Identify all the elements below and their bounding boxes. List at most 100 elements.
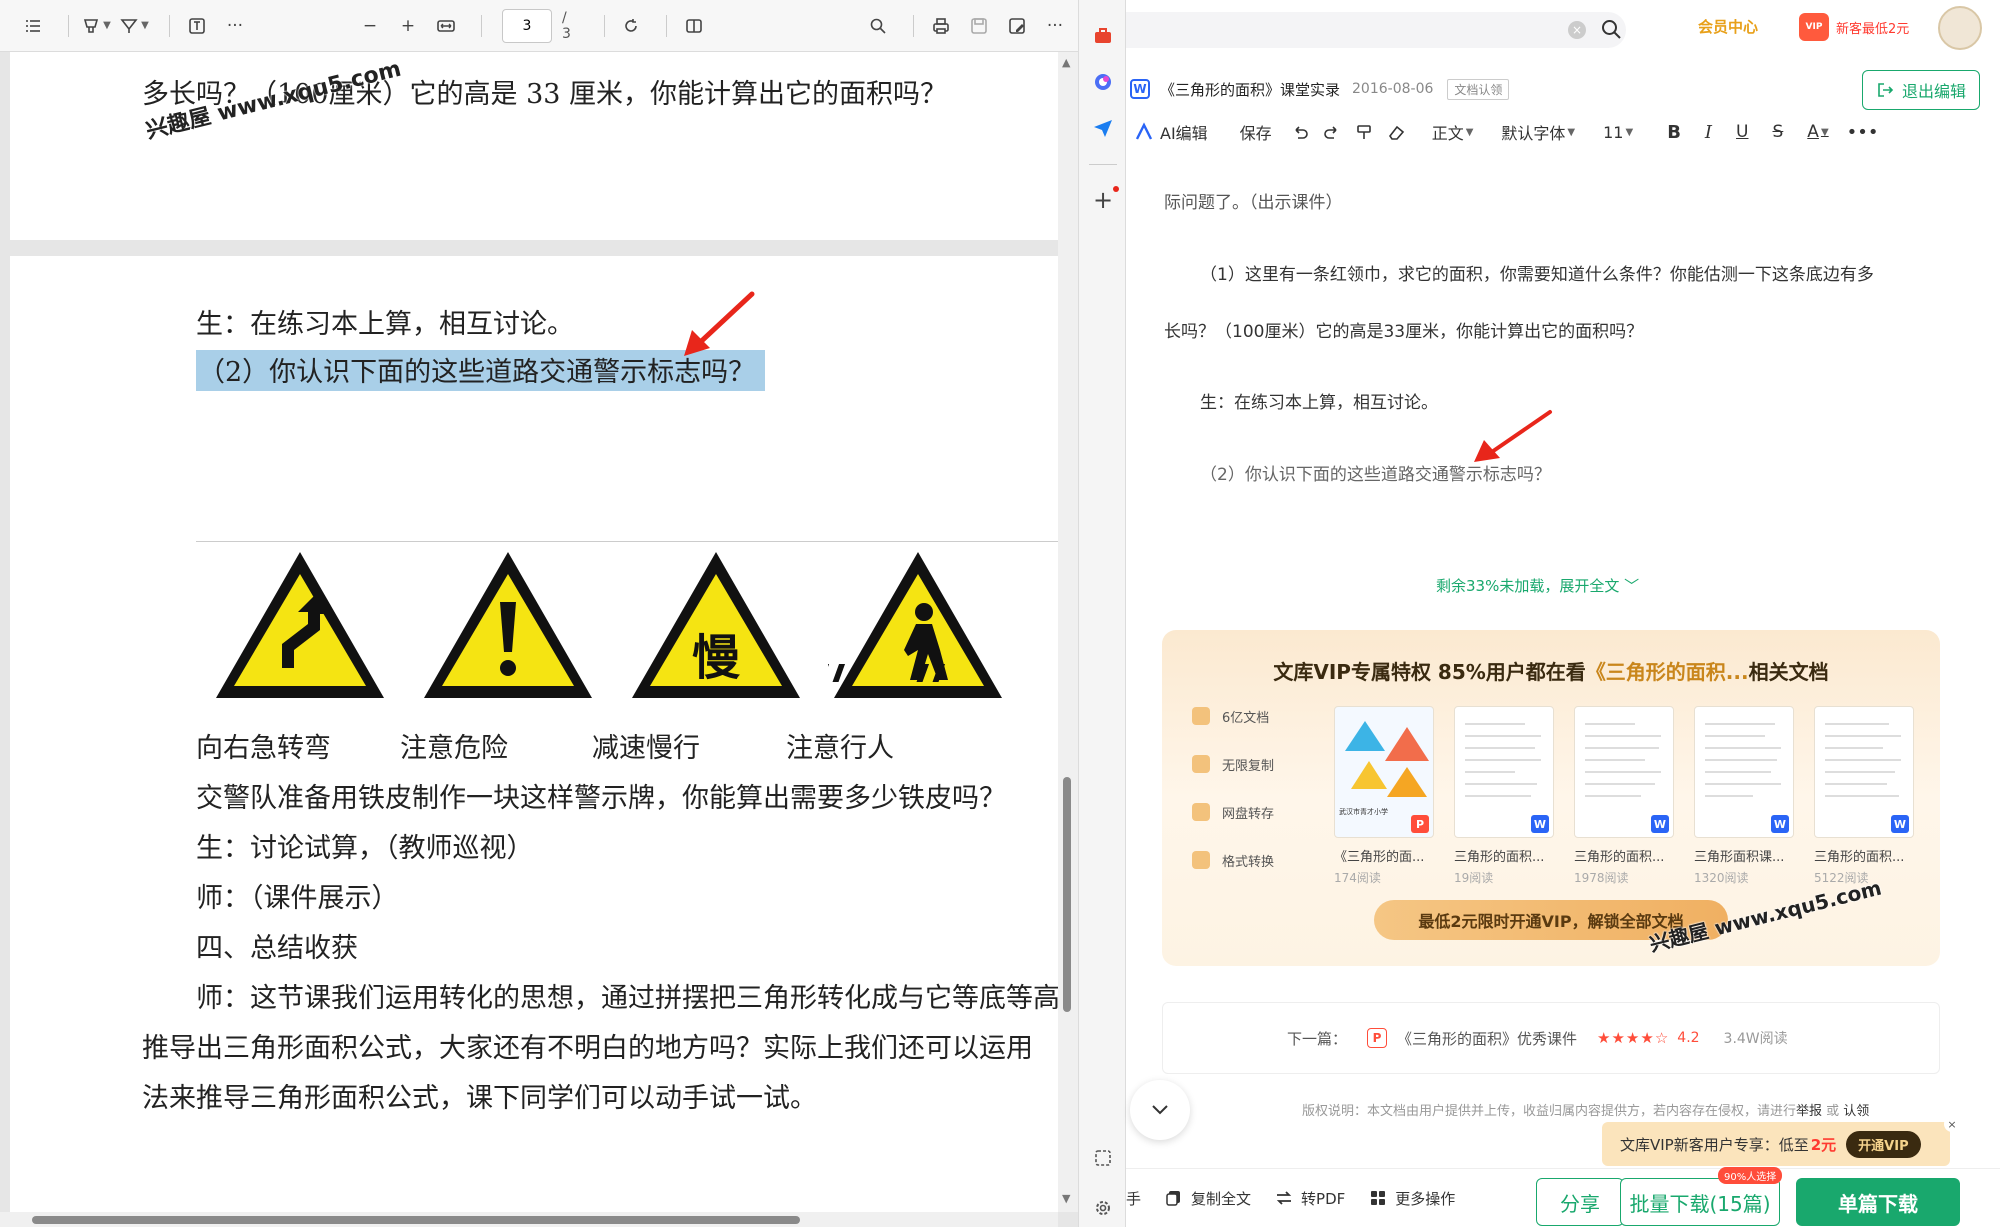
- scroll-down-icon[interactable]: ▼: [1062, 1192, 1070, 1205]
- related-doc-card[interactable]: W 三角形的面积... 19阅读: [1454, 706, 1554, 886]
- send-icon[interactable]: [1091, 116, 1115, 140]
- copilot-icon[interactable]: [1091, 70, 1115, 94]
- copy-all-button[interactable]: 复制全文: [1165, 1188, 1251, 1209]
- more-actions-button[interactable]: 更多操作: [1369, 1188, 1455, 1209]
- copy-all-label: 复制全文: [1191, 1189, 1252, 1208]
- scrollbar-thumb[interactable]: [1063, 777, 1071, 1012]
- doc-thumbnail: W: [1814, 706, 1914, 838]
- more-format-icon[interactable]: •••: [1847, 116, 1879, 148]
- word-file-icon: W: [1531, 815, 1549, 833]
- toolbox-icon[interactable]: [1091, 24, 1115, 48]
- sign-label: 减速慢行: [592, 733, 700, 764]
- next-doc-reads: 3.4W阅读: [1723, 1031, 1788, 1047]
- page-view-icon[interactable]: [679, 9, 709, 43]
- assistant-label: 手: [1126, 1189, 1142, 1208]
- new-user-offer-link[interactable]: 新客最低2元: [1836, 18, 1909, 37]
- promo-price: 2元: [1810, 1135, 1837, 1154]
- pdf-text-line: 法来推导三角形面积公式，课下同学们可以动手试一试。: [142, 1083, 817, 1114]
- save-as-icon[interactable]: [1002, 9, 1032, 43]
- next-doc-card[interactable]: 下一篇： P 《三角形的面积》优秀课件 ★★★★☆ 4.2 3.4W阅读: [1162, 1002, 1940, 1074]
- more-options-icon[interactable]: ···: [1040, 9, 1070, 43]
- zoom-out-icon[interactable]: −: [355, 9, 385, 43]
- rotate-icon[interactable]: [616, 9, 646, 43]
- doc-title: 《三角形的面积》课堂实录: [1160, 80, 1341, 99]
- exit-edit-button[interactable]: 退出编辑: [1862, 70, 1980, 110]
- italic-icon[interactable]: I: [1705, 116, 1712, 148]
- single-download-button[interactable]: 单篇下载: [1796, 1178, 1960, 1226]
- undo-icon[interactable]: [1290, 116, 1310, 148]
- web-document-panel: × 会员中心 VIP 新客最低2元 W 《三角形的面积》课堂实录 2016-08…: [1126, 0, 2000, 1227]
- avatar[interactable]: [1938, 6, 1982, 50]
- underline-icon[interactable]: U: [1736, 116, 1748, 148]
- member-center-link[interactable]: 会员中心: [1698, 16, 1758, 37]
- horizontal-scrollbar[interactable]: [0, 1212, 1058, 1227]
- next-doc-title: 《三角形的面积》优秀课件: [1397, 1029, 1578, 1048]
- save-button[interactable]: 保存: [1240, 116, 1272, 148]
- settings-icon[interactable]: [1091, 1196, 1115, 1220]
- fit-width-icon[interactable]: [431, 9, 461, 43]
- strikethrough-icon[interactable]: S: [1773, 116, 1784, 148]
- clear-icon[interactable]: ×: [1568, 21, 1586, 39]
- zoom-in-icon[interactable]: +: [393, 9, 423, 43]
- assistant-button[interactable]: 手: [1126, 1188, 1141, 1209]
- vertical-scrollbar[interactable]: ▲ ▼: [1058, 52, 1078, 1212]
- chevron-down-icon: [1152, 1105, 1168, 1115]
- search-input[interactable]: [1126, 12, 1626, 48]
- toolbar-divider: [68, 14, 69, 37]
- related-doc-card[interactable]: W 三角形面积课... 1320阅读: [1694, 706, 1794, 886]
- search-icon[interactable]: [863, 9, 893, 43]
- expand-full-text-link[interactable]: 剩余33%未加载，展开全文 ﹀: [1436, 575, 1639, 596]
- scroll-up-icon[interactable]: ▲: [1062, 56, 1070, 69]
- highlighter-icon[interactable]: ▼: [81, 9, 111, 43]
- textbox-icon[interactable]: [182, 9, 212, 43]
- pdf-viewer: ▼ ▼ ··· − + / 3 ··· 多长吗？（100厘米: [0, 0, 1078, 1227]
- to-pdf-label: 转PDF: [1301, 1189, 1346, 1208]
- paragraph-style-select[interactable]: 正文 ▼: [1432, 116, 1474, 148]
- format-painter-icon[interactable]: [1354, 116, 1374, 148]
- search-icon[interactable]: [1600, 18, 1622, 40]
- related-doc-card[interactable]: W 三角形的面积... 5122阅读: [1814, 706, 1914, 886]
- related-doc-title: 三角形的面积...: [1454, 850, 1545, 865]
- eraser-icon[interactable]: [1386, 116, 1406, 148]
- screenshot-icon[interactable]: [1091, 1146, 1115, 1170]
- outline-icon[interactable]: [18, 9, 48, 43]
- to-pdf-button[interactable]: 转PDF: [1275, 1188, 1345, 1209]
- sign-label: 注意危险: [400, 733, 508, 764]
- ai-edit-button[interactable]: AI编辑: [1134, 116, 1208, 148]
- related-doc-reads: 174阅读: [1334, 871, 1381, 885]
- vip-perk: 格式转换: [1192, 848, 1274, 872]
- pdf-page-2: 多长吗？（100厘米）它的高是 33 厘米，你能计算出它的面积吗？: [10, 52, 1058, 240]
- save-icon[interactable]: [964, 9, 994, 43]
- vip-icon[interactable]: VIP: [1799, 13, 1829, 41]
- bold-icon[interactable]: B: [1667, 116, 1681, 148]
- related-doc-card[interactable]: W 三角形的面积... 1978阅读: [1574, 706, 1674, 886]
- pdf-page-3: 生：在练习本上算，相互讨论。 （2）你认识下面的这些道路交通警示标志吗？ 慢 向…: [10, 256, 1058, 1227]
- pen-tool-icon[interactable]: ▼: [119, 9, 149, 43]
- batch-download-button[interactable]: 批量下载(15篇): [1620, 1178, 1780, 1226]
- promo-open-vip-button[interactable]: 开通VIP: [1846, 1130, 1921, 1158]
- share-button[interactable]: 分享: [1536, 1178, 1624, 1226]
- font-color-icon[interactable]: A ▼: [1807, 116, 1828, 148]
- claim-link[interactable]: 认领: [1843, 1104, 1869, 1119]
- doc-thumbnail: W: [1454, 706, 1554, 838]
- report-link[interactable]: 举报: [1796, 1104, 1822, 1119]
- close-icon[interactable]: ×: [1944, 1116, 1960, 1132]
- redo-icon[interactable]: [1322, 116, 1342, 148]
- related-doc-card[interactable]: 武汉市青才小学 P 《三角形的面... 174阅读: [1334, 706, 1434, 886]
- add-icon[interactable]: +: [1091, 186, 1115, 214]
- collapse-button[interactable]: [1130, 1080, 1190, 1140]
- more-tools-icon[interactable]: ···: [220, 9, 250, 43]
- page-total: / 3: [561, 9, 571, 42]
- cloud-icon: [1192, 803, 1210, 821]
- pdf-text-line: 生：讨论试算，（教师巡视）: [196, 833, 534, 864]
- page-number-input[interactable]: [501, 8, 552, 43]
- slow-down-sign: 慢: [632, 552, 800, 698]
- danger-sign: [424, 552, 592, 698]
- font-family-select[interactable]: 默认字体 ▼: [1501, 116, 1575, 148]
- font-size-select[interactable]: 11 ▼: [1603, 116, 1633, 148]
- scrollbar-thumb[interactable]: [32, 1216, 800, 1224]
- print-icon[interactable]: [926, 9, 956, 43]
- doc-claim-badge[interactable]: 文档认领: [1447, 78, 1510, 100]
- vip-promo-card: 文库VIP专属特权 85%用户都在看《三角形的面积...相关文档 6亿文档 无限…: [1162, 630, 1940, 966]
- vip-perk-label: 网盘转存: [1222, 806, 1275, 822]
